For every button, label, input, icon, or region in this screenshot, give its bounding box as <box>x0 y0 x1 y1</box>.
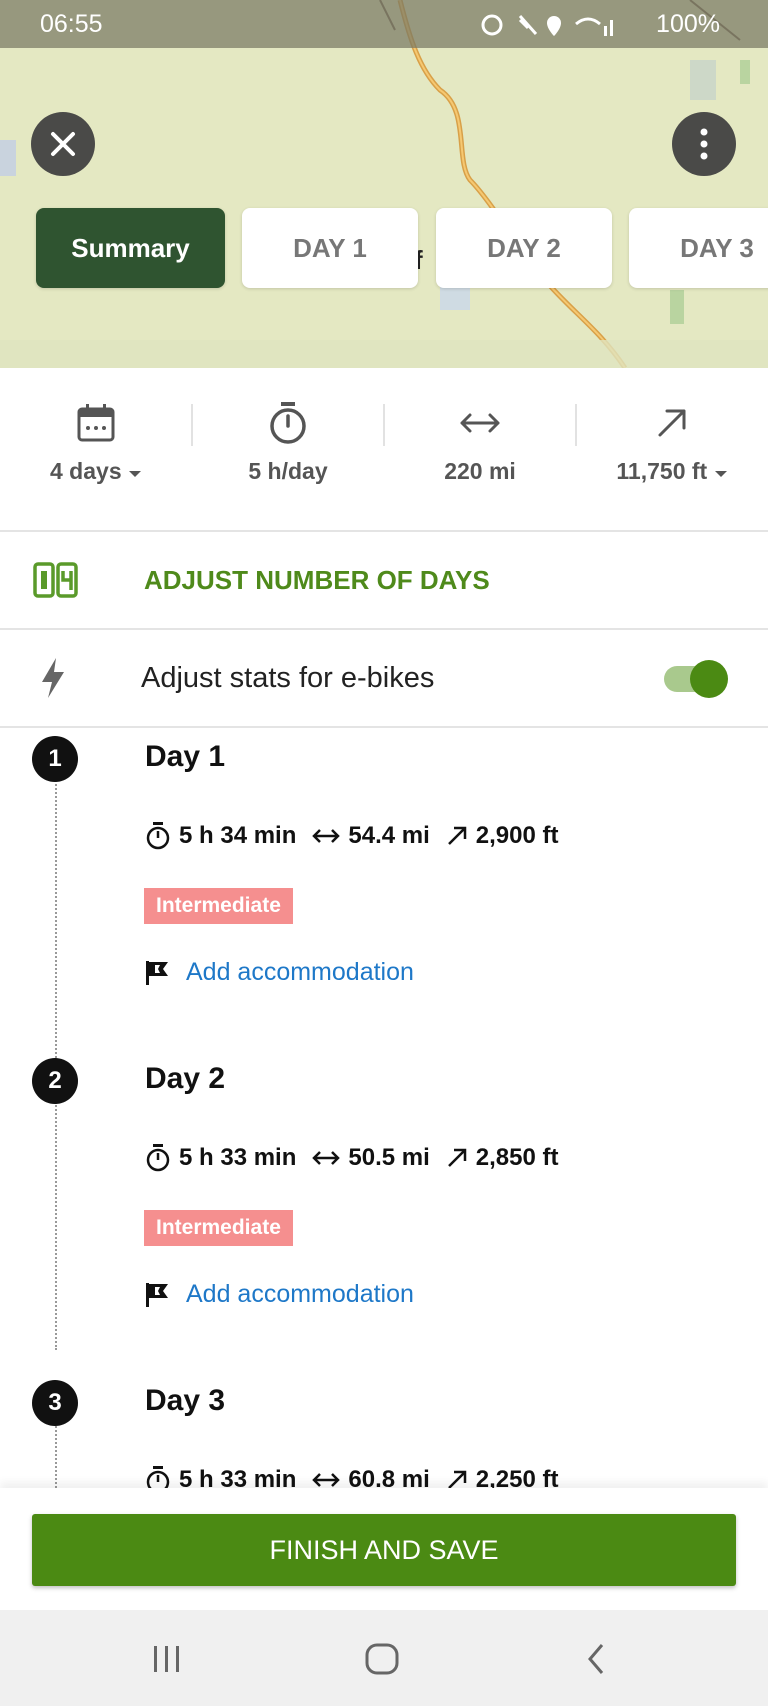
flag-icon <box>146 960 168 985</box>
stat-elevation-value: 11,750 ft <box>616 458 708 484</box>
dropdown-arrow-icon <box>129 471 141 477</box>
ebike-setting-row: Adjust stats for e-bikes <box>0 630 768 726</box>
finish-and-save-button[interactable]: FINISH AND SAVE <box>32 1514 736 1586</box>
battery-level: 100% <box>656 10 720 38</box>
day-counter-icon <box>33 562 78 598</box>
day-stats: 5 h 33 min 50.5 mi 2,850 ft <box>145 1144 574 1172</box>
timeline-connector <box>55 1422 57 1492</box>
distance-arrows-icon <box>312 1473 341 1487</box>
stopwatch-icon <box>146 1144 170 1172</box>
recent-apps-icon[interactable] <box>150 1644 184 1674</box>
dropdown-arrow-icon <box>714 471 727 477</box>
day-number-marker: 3 <box>32 1380 78 1426</box>
timeline-connector <box>55 780 57 1070</box>
day-distance: 50.5 mi <box>348 1144 430 1171</box>
stat-distance: 220 mi <box>384 398 576 485</box>
day-number-marker: 1 <box>32 736 78 782</box>
elevation-up-arrow-icon <box>447 826 467 845</box>
back-icon[interactable] <box>584 1642 608 1676</box>
tab-day-2[interactable]: DAY 2 <box>436 208 612 288</box>
stopwatch-icon <box>146 822 170 850</box>
add-accommodation-link[interactable]: Add accommodation <box>144 1280 414 1309</box>
day-elevation: 2,850 ft <box>475 1144 559 1171</box>
close-button[interactable] <box>31 112 95 176</box>
stat-days-value: 4 days <box>50 458 122 484</box>
day-stats: 5 h 34 min 54.4 mi 2,900 ft <box>145 822 574 850</box>
stat-duration-value: 5 h/day <box>248 458 328 484</box>
status-time: 06:55 <box>40 10 103 38</box>
distance-arrows-icon <box>312 1151 341 1165</box>
system-navigation-bar <box>0 1610 768 1706</box>
ebike-label: Adjust stats for e-bikes <box>141 662 435 694</box>
stat-elevation[interactable]: 11,750 ft <box>576 398 768 485</box>
ebike-toggle[interactable] <box>664 660 728 698</box>
tab-day-3[interactable]: DAY 3 <box>629 208 768 288</box>
add-accommodation-label: Add accommodation <box>186 958 414 986</box>
tab-day-1[interactable]: DAY 1 <box>242 208 418 288</box>
stat-duration: 5 h/day <box>192 398 384 485</box>
day-elevation: 2,900 ft <box>475 822 559 849</box>
divider <box>0 726 768 728</box>
day-number-marker: 2 <box>32 1058 78 1104</box>
elevation-up-arrow-icon <box>447 1148 467 1167</box>
distance-arrows-icon <box>460 413 500 433</box>
more-options-button[interactable] <box>672 112 736 176</box>
close-icon <box>51 132 75 156</box>
home-icon[interactable] <box>364 1642 400 1676</box>
adjust-days-label: ADJUST NUMBER OF DAYS <box>144 564 490 595</box>
flag-icon <box>146 1282 168 1307</box>
stat-distance-value: 220 mi <box>444 458 516 484</box>
stat-days[interactable]: 4 days <box>0 398 192 485</box>
day-distance: 54.4 mi <box>348 822 430 849</box>
adjust-number-of-days-button[interactable]: ADJUST NUMBER OF DAYS <box>0 532 768 628</box>
day-title[interactable]: Day 2 <box>145 1062 225 1096</box>
day-title[interactable]: Day 3 <box>145 1384 225 1418</box>
lightning-icon <box>42 658 64 698</box>
add-accommodation-link[interactable]: Add accommodation <box>144 958 414 987</box>
map-view[interactable]: f <box>0 0 768 368</box>
distance-arrows-icon <box>312 829 341 843</box>
difficulty-badge: Intermediate <box>144 888 293 924</box>
add-accommodation-label: Add accommodation <box>186 1280 414 1308</box>
status-indicator-icons <box>481 14 613 36</box>
calendar-icon <box>77 404 115 442</box>
difficulty-badge: Intermediate <box>144 1210 293 1246</box>
status-icons <box>480 12 620 44</box>
more-vertical-icon <box>700 128 708 160</box>
elevation-up-arrow-icon <box>658 409 686 437</box>
day-duration: 5 h 34 min <box>179 822 297 849</box>
stopwatch-icon <box>270 402 306 444</box>
timeline-connector <box>55 1102 57 1350</box>
toggle-knob <box>690 660 728 698</box>
tab-summary[interactable]: Summary <box>36 208 225 288</box>
day-duration: 5 h 33 min <box>179 1144 297 1171</box>
day-title[interactable]: Day 1 <box>145 740 225 774</box>
status-bar: 06:55 100% <box>0 0 768 48</box>
